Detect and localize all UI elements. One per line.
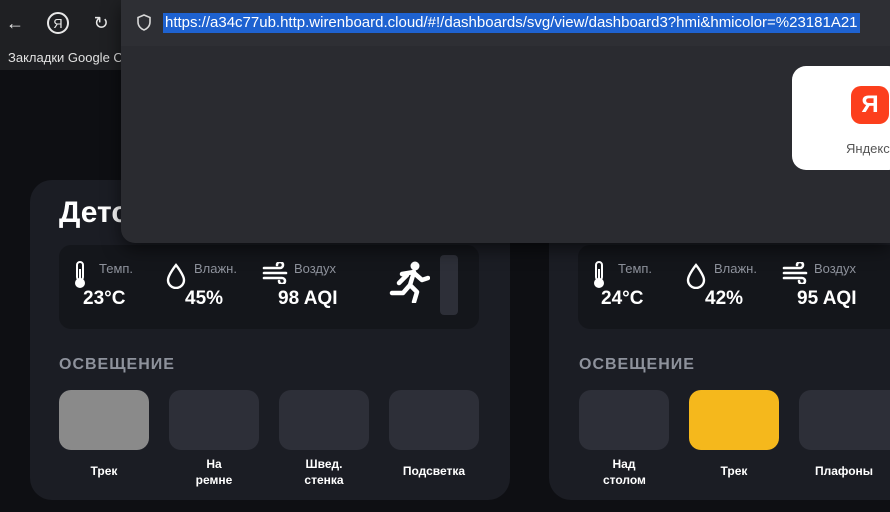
url-input[interactable]: https://a34c77ub.http.wirenboard.cloud/#… [163, 13, 860, 33]
light-label: На ремне [195, 457, 233, 487]
running-person-icon [389, 261, 430, 303]
lighting-section-title: ОСВЕЩЕНИЕ [579, 356, 695, 373]
light-button-belt[interactable] [169, 390, 259, 450]
light-button-ceiling[interactable] [799, 390, 890, 450]
humidity-value: 45% [185, 288, 224, 309]
temp-label: Темп. [618, 261, 653, 276]
light-label: Швед. стенка [304, 457, 344, 487]
air-value: 95 AQI [797, 288, 857, 309]
light-button-over-desk[interactable] [579, 390, 669, 450]
yandex-logo-icon: Я [851, 86, 889, 124]
motion-indicator [440, 255, 458, 315]
speed-dial-label: Яндекс [846, 141, 890, 156]
droplet-icon [686, 263, 706, 289]
air-label: Воздух [294, 261, 337, 276]
lighting-section-title: ОСВЕЩЕНИЕ [59, 356, 175, 373]
air-label: Воздух [814, 261, 857, 276]
light-button-backlight[interactable] [389, 390, 479, 450]
humidity-label: Влажн. [714, 261, 757, 276]
light-label: Трек [90, 464, 118, 478]
light-button-track[interactable] [59, 390, 149, 450]
light-label: Подсветка [402, 464, 466, 478]
thermometer-icon [75, 261, 85, 288]
droplet-icon [166, 263, 186, 289]
light-label: Трек [720, 464, 748, 478]
sensor-bar: Темп. 24°C Влажн. 42% Воздух 95 AQI [578, 245, 890, 329]
temp-value: 23°C [83, 288, 126, 309]
yandex-icon[interactable]: Я [47, 12, 69, 34]
light-button-track[interactable] [689, 390, 779, 450]
bookmark-folder-google[interactable]: Закладки Google C [8, 50, 123, 65]
room-title: Детс [59, 196, 129, 229]
light-label: Над столом [603, 457, 646, 487]
light-button-wall-bars[interactable] [279, 390, 369, 450]
temp-value: 24°C [601, 288, 644, 309]
thermometer-icon [594, 261, 604, 288]
reload-icon[interactable]: ↻ [86, 8, 116, 38]
light-label: Плафоны [814, 464, 874, 478]
temp-label: Темп. [99, 261, 134, 276]
humidity-label: Влажн. [194, 261, 237, 276]
sensor-bar: Темп. 23°C Влажн. 45% Воздух 98 AQI [59, 245, 479, 329]
air-value: 98 AQI [278, 288, 338, 309]
back-icon[interactable]: ← [0, 8, 30, 38]
shield-icon[interactable] [137, 14, 151, 31]
wind-icon [262, 262, 288, 284]
wind-icon [782, 262, 808, 284]
humidity-value: 42% [705, 288, 744, 309]
